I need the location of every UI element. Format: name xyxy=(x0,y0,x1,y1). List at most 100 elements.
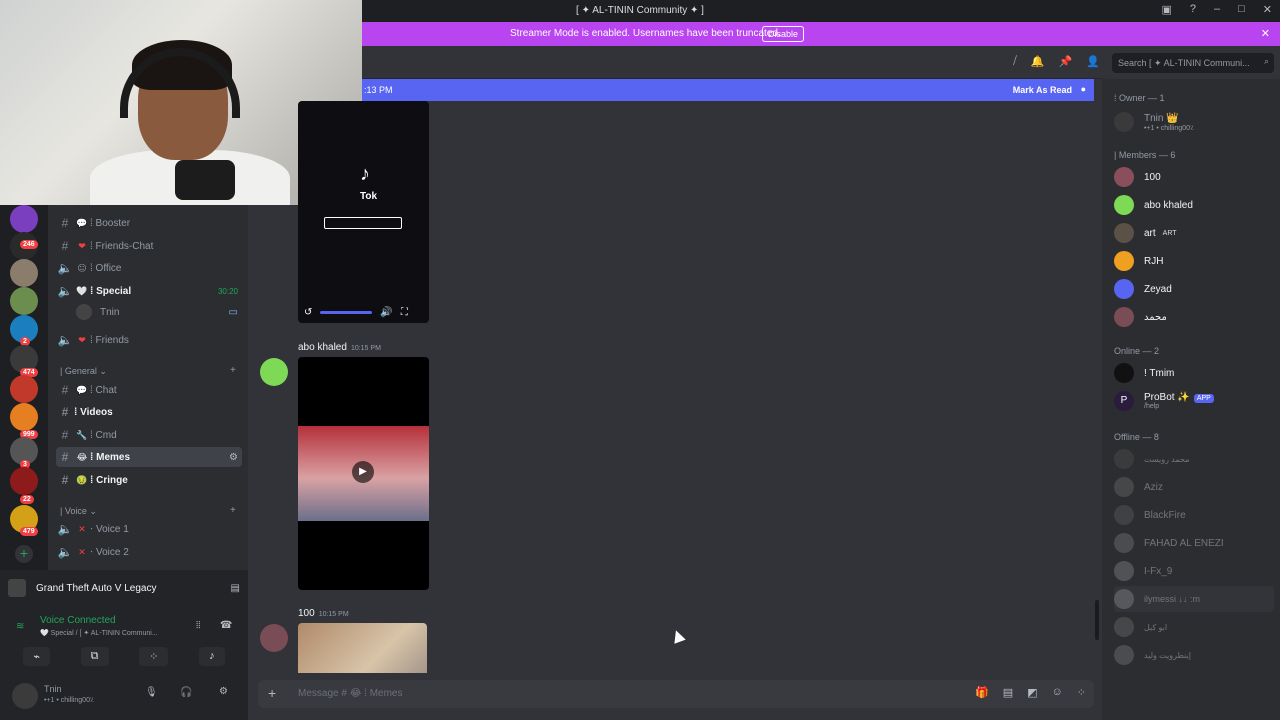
channel-booster[interactable]: # 💬 ⁞ Booster xyxy=(56,213,242,233)
camera-button[interactable]: ⌁ xyxy=(23,647,50,666)
speaker-icon: 🔈 xyxy=(57,545,73,559)
channel-friends[interactable]: 🔈 ❤ ⁞ Friends xyxy=(56,330,242,350)
activity-panel-icon[interactable]: ▤ xyxy=(231,583,240,594)
avatar[interactable] xyxy=(260,624,288,652)
text-channel-icon: # xyxy=(61,383,69,397)
server-icon[interactable] xyxy=(10,375,38,403)
server-icon[interactable] xyxy=(10,205,38,233)
avatar xyxy=(1114,363,1134,383)
pin-icon[interactable]: 📌 xyxy=(1059,55,1073,68)
channel-special[interactable]: 🔈 🤍 ⁞ Special 30:20 xyxy=(56,281,242,301)
avatar[interactable] xyxy=(12,683,38,709)
gift-icon[interactable]: 🎁 xyxy=(975,686,989,699)
add-attachment-icon[interactable]: + xyxy=(268,685,276,701)
username[interactable]: Tnin xyxy=(44,684,62,694)
video-embed[interactable]: ▶ xyxy=(298,357,429,590)
video-embed[interactable]: ♪ Tok ↺ 🔊 ⛶ xyxy=(298,101,429,323)
disable-streamer-button[interactable]: Disable xyxy=(762,26,805,42)
member-item[interactable]: محمد xyxy=(1114,304,1274,330)
server-icon[interactable] xyxy=(10,259,38,287)
new-messages-bar[interactable]: :13 PM Mark As Read ● xyxy=(362,79,1094,101)
channel-voice-2[interactable]: 🔈 ✕ ⋅ Voice 2 xyxy=(56,542,242,562)
avatar[interactable] xyxy=(260,358,288,386)
avatar xyxy=(1114,167,1134,187)
category-voice[interactable]: | Voice ⌄ xyxy=(60,506,97,517)
member-item[interactable]: I-Fx_9 xyxy=(1114,558,1274,584)
member-item[interactable]: إينطرويت وليد xyxy=(1114,642,1274,668)
help-icon[interactable]: ? xyxy=(1190,3,1196,16)
section-members: | Members — 6 xyxy=(1114,150,1176,160)
close-window-button[interactable]: ✕ xyxy=(1263,3,1272,16)
channel-voice-1[interactable]: 🔈 ✕ ⋅ Voice 1 xyxy=(56,519,242,539)
maximize-button[interactable]: □ xyxy=(1238,3,1245,16)
channel-memes[interactable]: # 😂 ⁞ Memes ⚙ xyxy=(56,447,242,467)
message-author[interactable]: abo khaled 10:15 PM xyxy=(298,342,381,353)
chat-scrollbar[interactable] xyxy=(1095,600,1099,640)
message-composer[interactable]: + Message # 😂 ⁞ Memes 🎁 ▤ ◩ ☺ ⁘ xyxy=(258,680,1094,708)
message-list: ♪ Tok ↺ 🔊 ⛶ abo khaled 10:15 PM ▶ 100 10:1… xyxy=(248,101,1094,673)
channel-cmd[interactable]: # 🔧 ⁞ Cmd xyxy=(56,425,242,445)
activity-row[interactable]: Grand Theft Auto V Legacy ▤ xyxy=(8,578,240,598)
screen-share-button[interactable]: ⧉ xyxy=(80,647,109,666)
noise-suppression-icon[interactable]: ⦙⦙ xyxy=(196,620,200,631)
member-item[interactable]: abo khaled xyxy=(1114,192,1274,218)
replay-icon[interactable]: ↺ xyxy=(304,307,312,318)
add-server-icon[interactable]: + xyxy=(15,545,33,563)
inbox-icon[interactable]: ▣ xyxy=(1161,3,1171,16)
add-channel-icon[interactable]: + xyxy=(230,505,236,516)
channel-videos[interactable]: # ⁞ Videos xyxy=(56,402,242,422)
server-icon[interactable] xyxy=(10,287,38,315)
voice-channel-detail[interactable]: 🤍 Special / [ ✦ AL-TININ Communi... xyxy=(40,629,158,637)
settings-gear-icon[interactable]: ⚙ xyxy=(229,452,238,463)
activities-button[interactable]: ⁘ xyxy=(139,647,169,666)
volume-slider[interactable] xyxy=(320,310,373,314)
speaker-icon: 🔈 xyxy=(57,333,73,347)
avatar xyxy=(76,304,92,320)
headphones-icon[interactable]: 🎧 xyxy=(180,687,192,698)
section-owner: ⁞ Owner — 1 xyxy=(1114,93,1165,103)
member-item[interactable]: ! Tmim xyxy=(1114,360,1274,386)
avatar xyxy=(1114,112,1134,132)
notification-bell-icon[interactable]: 🔔 xyxy=(1031,55,1045,68)
disconnect-icon[interactable]: ☎ xyxy=(220,620,232,631)
fullscreen-icon[interactable]: ⛶ xyxy=(401,307,408,318)
member-item[interactable]: Zeyad xyxy=(1114,276,1274,302)
mark-as-read-button[interactable]: Mark As Read xyxy=(1013,85,1072,95)
category-general[interactable]: | General ⌄ xyxy=(60,366,107,377)
mic-icon[interactable]: 🎙 xyxy=(145,687,158,698)
server-icon[interactable] xyxy=(10,467,38,495)
user-settings-icon[interactable]: ⚙ xyxy=(219,686,228,697)
member-item[interactable]: 100 xyxy=(1114,164,1274,190)
volume-icon[interactable]: 🔊 xyxy=(380,307,392,318)
message-author[interactable]: 100 10:15 PM xyxy=(298,608,349,619)
member-item[interactable]: ilymessi ↓↓ :m xyxy=(1114,586,1274,612)
threads-icon[interactable]: ⧸ xyxy=(1013,55,1017,68)
apps-icon[interactable]: ⁘ xyxy=(1077,686,1086,699)
minimize-button[interactable]: – xyxy=(1214,3,1220,16)
member-owner[interactable]: Tnin 👑 •+1 • chilling00٪ xyxy=(1114,109,1274,135)
channel-chat[interactable]: # 💬 ⁞ Chat xyxy=(56,380,242,400)
member-item[interactable]: محمد رويست xyxy=(1114,446,1274,472)
image-embed[interactable] xyxy=(298,623,427,673)
member-item[interactable]: Aziz xyxy=(1114,474,1274,500)
sticker-icon[interactable]: ◩ xyxy=(1027,686,1037,699)
play-icon[interactable]: ▶ xyxy=(352,461,374,483)
server-icon[interactable] xyxy=(10,403,38,431)
voice-user-tnin[interactable]: Tnin ▭ xyxy=(76,302,242,322)
member-item[interactable]: ابو كبل xyxy=(1114,614,1274,640)
channel-office[interactable]: 🔈 😐 ⁞ Office xyxy=(56,258,242,278)
search-input[interactable]: Search [ ✦ AL-TININ Communi... ⌕ xyxy=(1112,53,1274,73)
member-item[interactable]: P ProBot ✨ APP /help xyxy=(1114,388,1274,414)
add-channel-icon[interactable]: + xyxy=(230,365,236,376)
soundboard-button[interactable]: ♪ xyxy=(199,647,225,666)
member-list-icon[interactable]: 👤 xyxy=(1086,55,1100,68)
gif-icon[interactable]: ▤ xyxy=(1003,686,1013,699)
member-item[interactable]: BlackFire xyxy=(1114,502,1274,528)
member-item[interactable]: RJH xyxy=(1114,248,1274,274)
close-banner-icon[interactable]: ✕ xyxy=(1261,27,1270,40)
member-item[interactable]: art ART xyxy=(1114,220,1274,246)
emoji-icon[interactable]: ☺ xyxy=(1052,686,1063,699)
channel-cringe[interactable]: # 🤢 ⁞ Cringe xyxy=(56,470,242,490)
member-item[interactable]: FAHAD AL ENEZI xyxy=(1114,530,1274,556)
channel-friends-chat[interactable]: # ❤ ⁞ Friends-Chat xyxy=(56,236,242,256)
